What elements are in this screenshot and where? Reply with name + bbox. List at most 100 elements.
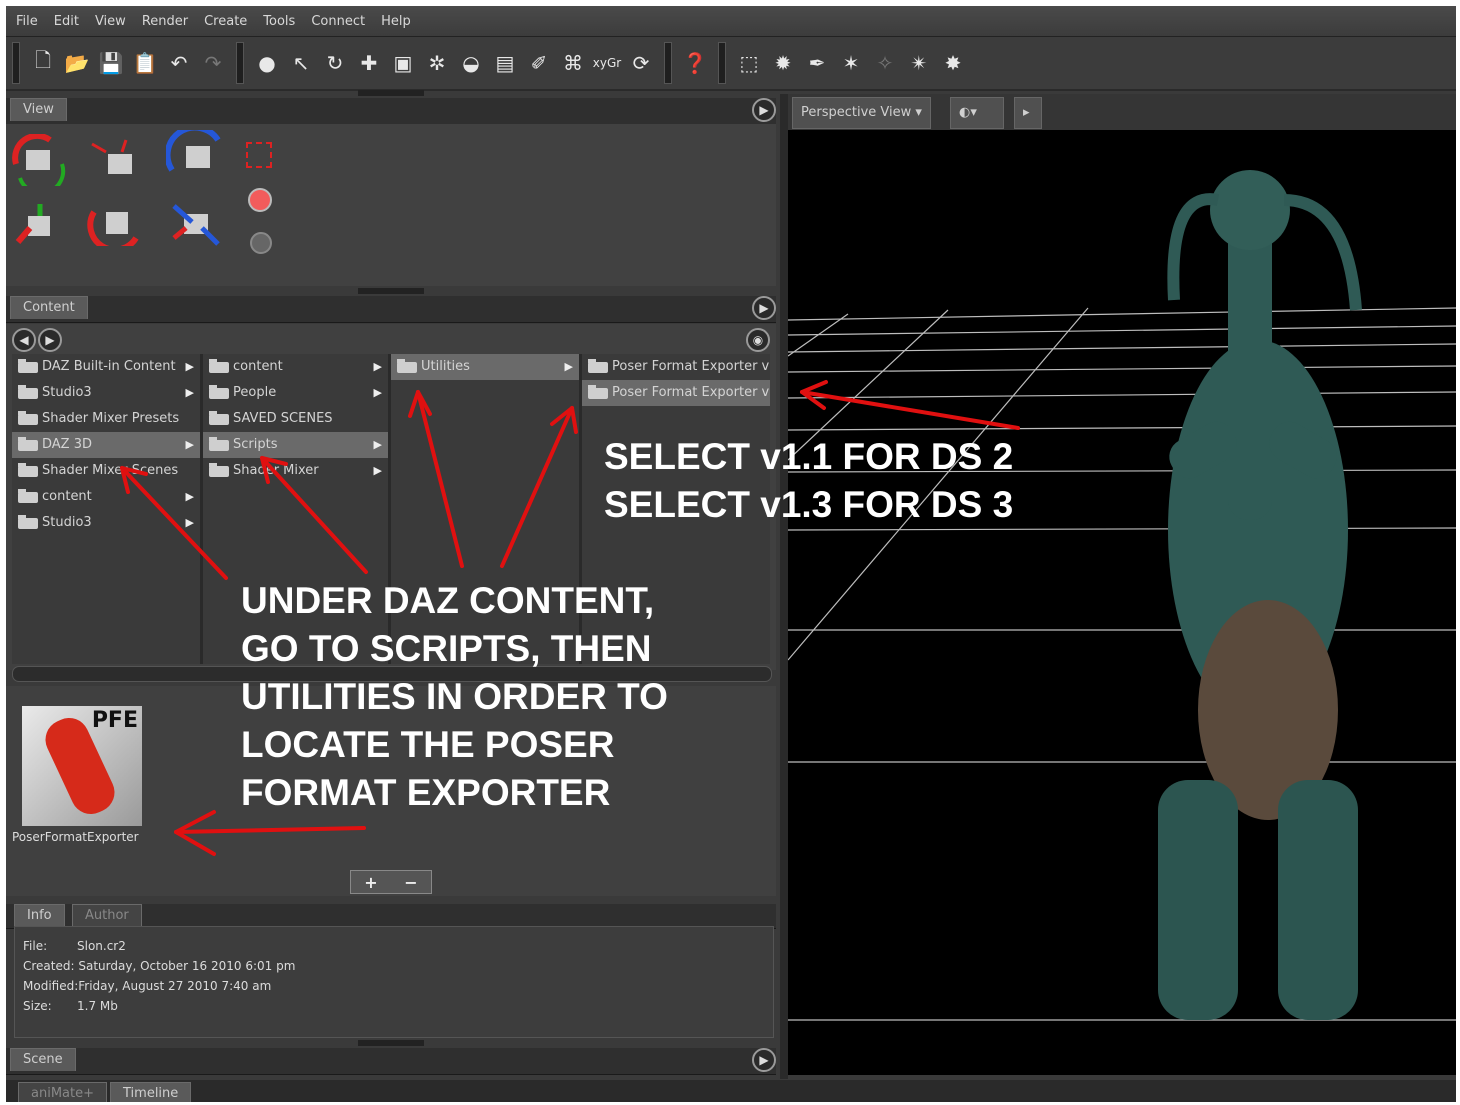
tab-author[interactable]: Author: [72, 904, 142, 927]
menu-connect[interactable]: Connect: [311, 14, 365, 29]
region-icon[interactable]: ⌘: [556, 46, 590, 80]
pan-camera-icon[interactable]: [86, 134, 144, 186]
list-item-label: Studio3: [42, 515, 92, 530]
list-item-selected[interactable]: Utilities ▶: [391, 354, 579, 380]
select-version-annotation-2: SELECT v1.3 FOR DS 3: [604, 484, 1014, 525]
instruction-line-5: FORMAT EXPORTER: [241, 772, 611, 813]
save-icon[interactable]: 💾: [94, 46, 128, 80]
open-file-icon[interactable]: 📂: [60, 46, 94, 80]
sphere-icon[interactable]: ●: [250, 46, 284, 80]
list-item-selected[interactable]: DAZ 3D ▶: [12, 432, 200, 458]
folder-icon: [588, 385, 608, 399]
instruction-line-2: GO TO SCRIPTS, THEN: [241, 628, 652, 669]
back-icon[interactable]: ◀: [12, 328, 36, 352]
universal-tool-icon[interactable]: ⟳: [624, 46, 658, 80]
folder-icon: [18, 489, 38, 503]
node-tool-icon[interactable]: ✲: [420, 46, 454, 80]
content-options-icon[interactable]: ◉: [746, 328, 770, 352]
reset-camera-icon[interactable]: [250, 232, 272, 254]
tab-content[interactable]: Content: [10, 296, 88, 319]
list-item-label: Studio3: [42, 385, 92, 400]
content-panel-menu-icon[interactable]: ▶: [752, 296, 776, 320]
panel-drag-handle[interactable]: [358, 288, 424, 294]
create-point-light-icon[interactable]: ✧: [868, 46, 902, 80]
list-item[interactable]: content ▶: [203, 354, 388, 380]
forward-icon[interactable]: ▶: [38, 328, 62, 352]
poser-format-exporter-thumbnail[interactable]: PFE: [22, 706, 142, 826]
list-item[interactable]: DAZ Built-in Content ▶: [12, 354, 200, 380]
list-item-selected[interactable]: Poser Format Exporter v: [582, 380, 770, 406]
create-primitive-icon[interactable]: ⬚: [732, 46, 766, 80]
tab-timeline[interactable]: Timeline: [110, 1082, 192, 1102]
folder-icon: [18, 437, 38, 451]
menu-edit[interactable]: Edit: [54, 14, 79, 29]
record-icon[interactable]: [248, 188, 272, 212]
tab-info[interactable]: Info: [14, 904, 65, 927]
frame-icon[interactable]: [246, 142, 272, 168]
scene-panel-menu-icon[interactable]: ▶: [752, 1048, 776, 1072]
save-as-icon[interactable]: 📋: [128, 46, 162, 80]
menu-help[interactable]: Help: [381, 14, 411, 29]
list-item[interactable]: Poser Format Exporter v: [582, 354, 770, 380]
new-file-icon[interactable]: 🗋: [26, 46, 60, 80]
rotate-camera-icon[interactable]: [166, 130, 224, 182]
menu-view[interactable]: View: [95, 14, 126, 29]
menu-tools[interactable]: Tools: [263, 14, 295, 29]
create-spotlight-icon[interactable]: ✒: [800, 46, 834, 80]
whats-this-icon[interactable]: ❓: [678, 46, 712, 80]
camera-select-dropdown[interactable]: Perspective View ▾: [792, 97, 931, 129]
folder-icon: [397, 359, 417, 373]
zoom-in-button[interactable]: +: [364, 873, 377, 892]
list-item-label: Utilities: [421, 359, 470, 374]
menu-create[interactable]: Create: [204, 14, 247, 29]
select-arrow-icon[interactable]: ↖: [284, 46, 318, 80]
tab-view[interactable]: View: [10, 98, 67, 121]
list-item[interactable]: SAVED SCENES: [203, 406, 388, 432]
list-item[interactable]: Studio3 ▶: [12, 510, 200, 536]
translate-icon[interactable]: ✚: [352, 46, 386, 80]
render-icon[interactable]: ▤: [488, 46, 522, 80]
tab-scene[interactable]: Scene: [10, 1048, 76, 1071]
create-null-icon[interactable]: ✸: [936, 46, 970, 80]
list-item[interactable]: Shader Mixer ▶: [203, 458, 388, 484]
redo-icon[interactable]: ↷: [196, 46, 230, 80]
surface-tool-icon[interactable]: ◒: [454, 46, 488, 80]
rotate-icon[interactable]: ↻: [318, 46, 352, 80]
view-panel-menu-icon[interactable]: ▶: [752, 98, 776, 122]
list-item[interactable]: Shader Mixer Scenes: [12, 458, 200, 484]
list-item[interactable]: Studio3 ▶: [12, 380, 200, 406]
list-item[interactable]: Shader Mixer Presets: [12, 406, 200, 432]
zoom-camera-icon[interactable]: [166, 198, 224, 250]
panel-drag-handle[interactable]: [358, 90, 424, 96]
list-item[interactable]: content ▶: [12, 484, 200, 510]
3d-viewport[interactable]: [788, 130, 1456, 1075]
scale-icon[interactable]: ▣: [386, 46, 420, 80]
content-panel-header: [6, 296, 776, 323]
expand-arrow-icon: ▶: [564, 360, 573, 373]
orbit-camera-icon[interactable]: [10, 134, 68, 186]
create-light-icon[interactable]: ✹: [766, 46, 800, 80]
tab-animate[interactable]: aniMate+: [18, 1082, 107, 1102]
draw-style-dropdown[interactable]: ◐▾: [950, 97, 1004, 129]
thumbnail-caption: PoserFormatExporter: [12, 830, 139, 844]
panel-drag-handle[interactable]: [358, 1040, 424, 1046]
main-toolbar: 🗋 📂 💾 📋 ↶ ↷ ● ↖ ↻ ✚ ▣ ✲ ◒ ▤ ✐ ⌘ xyGr ⟳ ❓…: [6, 37, 1456, 91]
xyz-icon[interactable]: xyGr: [590, 46, 624, 80]
zoom-out-button[interactable]: −: [404, 873, 417, 892]
dolly-camera-icon[interactable]: [10, 198, 68, 250]
roll-camera-icon[interactable]: [86, 194, 144, 246]
create-camera-icon[interactable]: ✴: [902, 46, 936, 80]
list-item[interactable]: People ▶: [203, 380, 388, 406]
menu-render[interactable]: Render: [142, 14, 188, 29]
pane-splitter[interactable]: [780, 94, 788, 1079]
folder-icon: [18, 515, 38, 529]
list-item-selected[interactable]: Scripts ▶: [203, 432, 388, 458]
create-distant-light-icon[interactable]: ✶: [834, 46, 868, 80]
folder-icon: [18, 411, 38, 425]
undo-icon[interactable]: ↶: [162, 46, 196, 80]
viewport-options-button[interactable]: ▸: [1014, 97, 1042, 129]
expand-arrow-icon: ▶: [373, 464, 382, 477]
joint-editor-icon[interactable]: ✐: [522, 46, 556, 80]
menu-file[interactable]: File: [16, 14, 38, 29]
play-icon: ▸: [1023, 105, 1030, 120]
